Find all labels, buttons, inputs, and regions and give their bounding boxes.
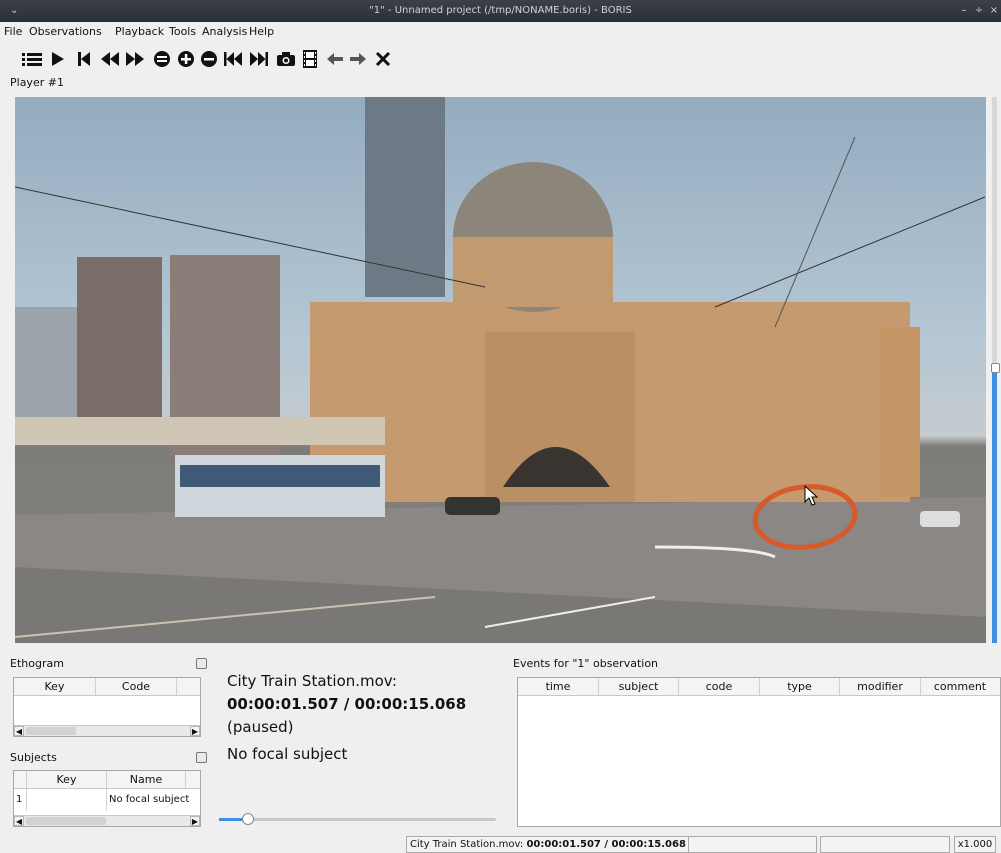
menu-tools[interactable]: Tools	[169, 25, 196, 38]
status-file: City Train Station.mov:	[410, 839, 524, 850]
media-file-name: City Train Station.mov:	[227, 672, 397, 690]
menu-bar: File Observations Playback Tools Analysi…	[0, 23, 1001, 41]
menu-observations[interactable]: Observations	[29, 25, 102, 38]
menu-analysis[interactable]: Analysis	[202, 25, 247, 38]
menu-playback[interactable]: Playback	[115, 25, 164, 38]
arrow-right-icon[interactable]	[347, 47, 369, 71]
ethogram-table-header: Key Code	[14, 678, 200, 696]
ethogram-hscrollbar[interactable]: ◀ ▶	[14, 725, 200, 736]
focal-subject: No focal subject	[227, 745, 348, 763]
subjects-hscrollbar[interactable]: ◀ ▶	[14, 815, 200, 826]
subjects-float-button[interactable]	[196, 752, 207, 763]
events-col-subject[interactable]: subject	[599, 678, 679, 695]
player-label: Player #1	[10, 76, 64, 89]
subject-name: No focal subject	[109, 794, 190, 805]
play-icon[interactable]	[47, 47, 69, 71]
snapshot-icon[interactable]	[275, 47, 297, 71]
events-table-header: time subject code type modifier comment	[518, 678, 1000, 696]
status-time: 00:00:01.507 / 00:00:15.068	[526, 839, 686, 850]
arrow-left-icon[interactable]	[324, 47, 346, 71]
status-speed: x1.000	[954, 836, 996, 853]
window-title: "1" - Unnamed project (/tmp/NONAME.boris…	[369, 5, 632, 16]
next-media-icon[interactable]	[248, 47, 270, 71]
table-row[interactable]: 1 No focal subject	[14, 789, 200, 811]
menu-help[interactable]: Help	[249, 25, 274, 38]
volume-slider[interactable]	[991, 97, 1000, 643]
status-bar: City Train Station.mov: 00:00:01.507 / 0…	[0, 836, 1001, 853]
subjects-table[interactable]: Key Name 1 No focal subject ◀ ▶	[13, 770, 201, 827]
jump-start-icon[interactable]	[73, 47, 95, 71]
status-field-3	[820, 836, 950, 853]
subjects-hscroll-thumb[interactable]	[26, 817, 106, 825]
fast-forward-icon[interactable]	[124, 47, 146, 71]
ethogram-float-button[interactable]	[196, 658, 207, 669]
close-icon[interactable]: ×	[988, 0, 1000, 22]
zoom-out-icon[interactable]	[198, 47, 220, 71]
close-observation-icon[interactable]	[372, 47, 394, 71]
rewind-icon[interactable]	[99, 47, 121, 71]
scroll-right-icon[interactable]: ▶	[190, 726, 200, 736]
media-time: 00:00:01.507 / 00:00:15.068	[227, 695, 467, 713]
toolbar	[0, 44, 1001, 74]
events-col-code[interactable]: code	[679, 678, 760, 695]
volume-slider-fill	[992, 367, 997, 643]
subjects-table-header: Key Name	[14, 771, 200, 789]
events-col-time[interactable]: time	[518, 678, 599, 695]
subjects-col-name[interactable]: Name	[107, 771, 186, 788]
menu-file[interactable]: File	[4, 25, 22, 38]
volume-slider-handle[interactable]	[991, 363, 1000, 373]
video-image	[15, 97, 986, 643]
zoom-fit-icon[interactable]	[151, 47, 173, 71]
playback-slider[interactable]	[219, 813, 496, 825]
playback-slider-handle[interactable]	[241, 813, 254, 825]
status-field-2	[688, 836, 817, 853]
ethogram-col-key[interactable]: Key	[14, 678, 96, 695]
ethogram-hscroll-thumb[interactable]	[26, 727, 76, 735]
events-col-comment[interactable]: comment	[921, 678, 999, 695]
status-media: City Train Station.mov: 00:00:01.507 / 0…	[406, 836, 733, 853]
scroll-left-icon[interactable]: ◀	[14, 816, 24, 826]
events-col-modifier[interactable]: modifier	[840, 678, 921, 695]
events-col-type[interactable]: type	[760, 678, 840, 695]
video-frame[interactable]	[15, 97, 986, 643]
scroll-right-icon[interactable]: ▶	[190, 816, 200, 826]
row-index: 1	[16, 794, 23, 805]
minimize-icon[interactable]: –	[958, 0, 970, 22]
media-state: (paused)	[227, 718, 294, 736]
window-title-bar: ⌄ "1" - Unnamed project (/tmp/NONAME.bor…	[0, 0, 1001, 22]
events-table[interactable]: time subject code type modifier comment	[517, 677, 1001, 827]
zoom-in-icon[interactable]	[175, 47, 197, 71]
list-icon[interactable]	[21, 47, 43, 71]
subjects-col-key[interactable]: Key	[27, 771, 107, 788]
subjects-label: Subjects	[10, 751, 57, 764]
ethogram-table[interactable]: Key Code ◀ ▶	[13, 677, 201, 737]
events-label: Events for "1" observation	[513, 657, 659, 670]
previous-media-icon[interactable]	[222, 47, 244, 71]
maximize-icon[interactable]: ÷	[973, 0, 985, 22]
scroll-left-icon[interactable]: ◀	[14, 726, 24, 736]
ethogram-label: Ethogram	[10, 657, 64, 670]
ethogram-col-code[interactable]: Code	[96, 678, 177, 695]
frame-by-frame-icon[interactable]	[299, 47, 321, 71]
